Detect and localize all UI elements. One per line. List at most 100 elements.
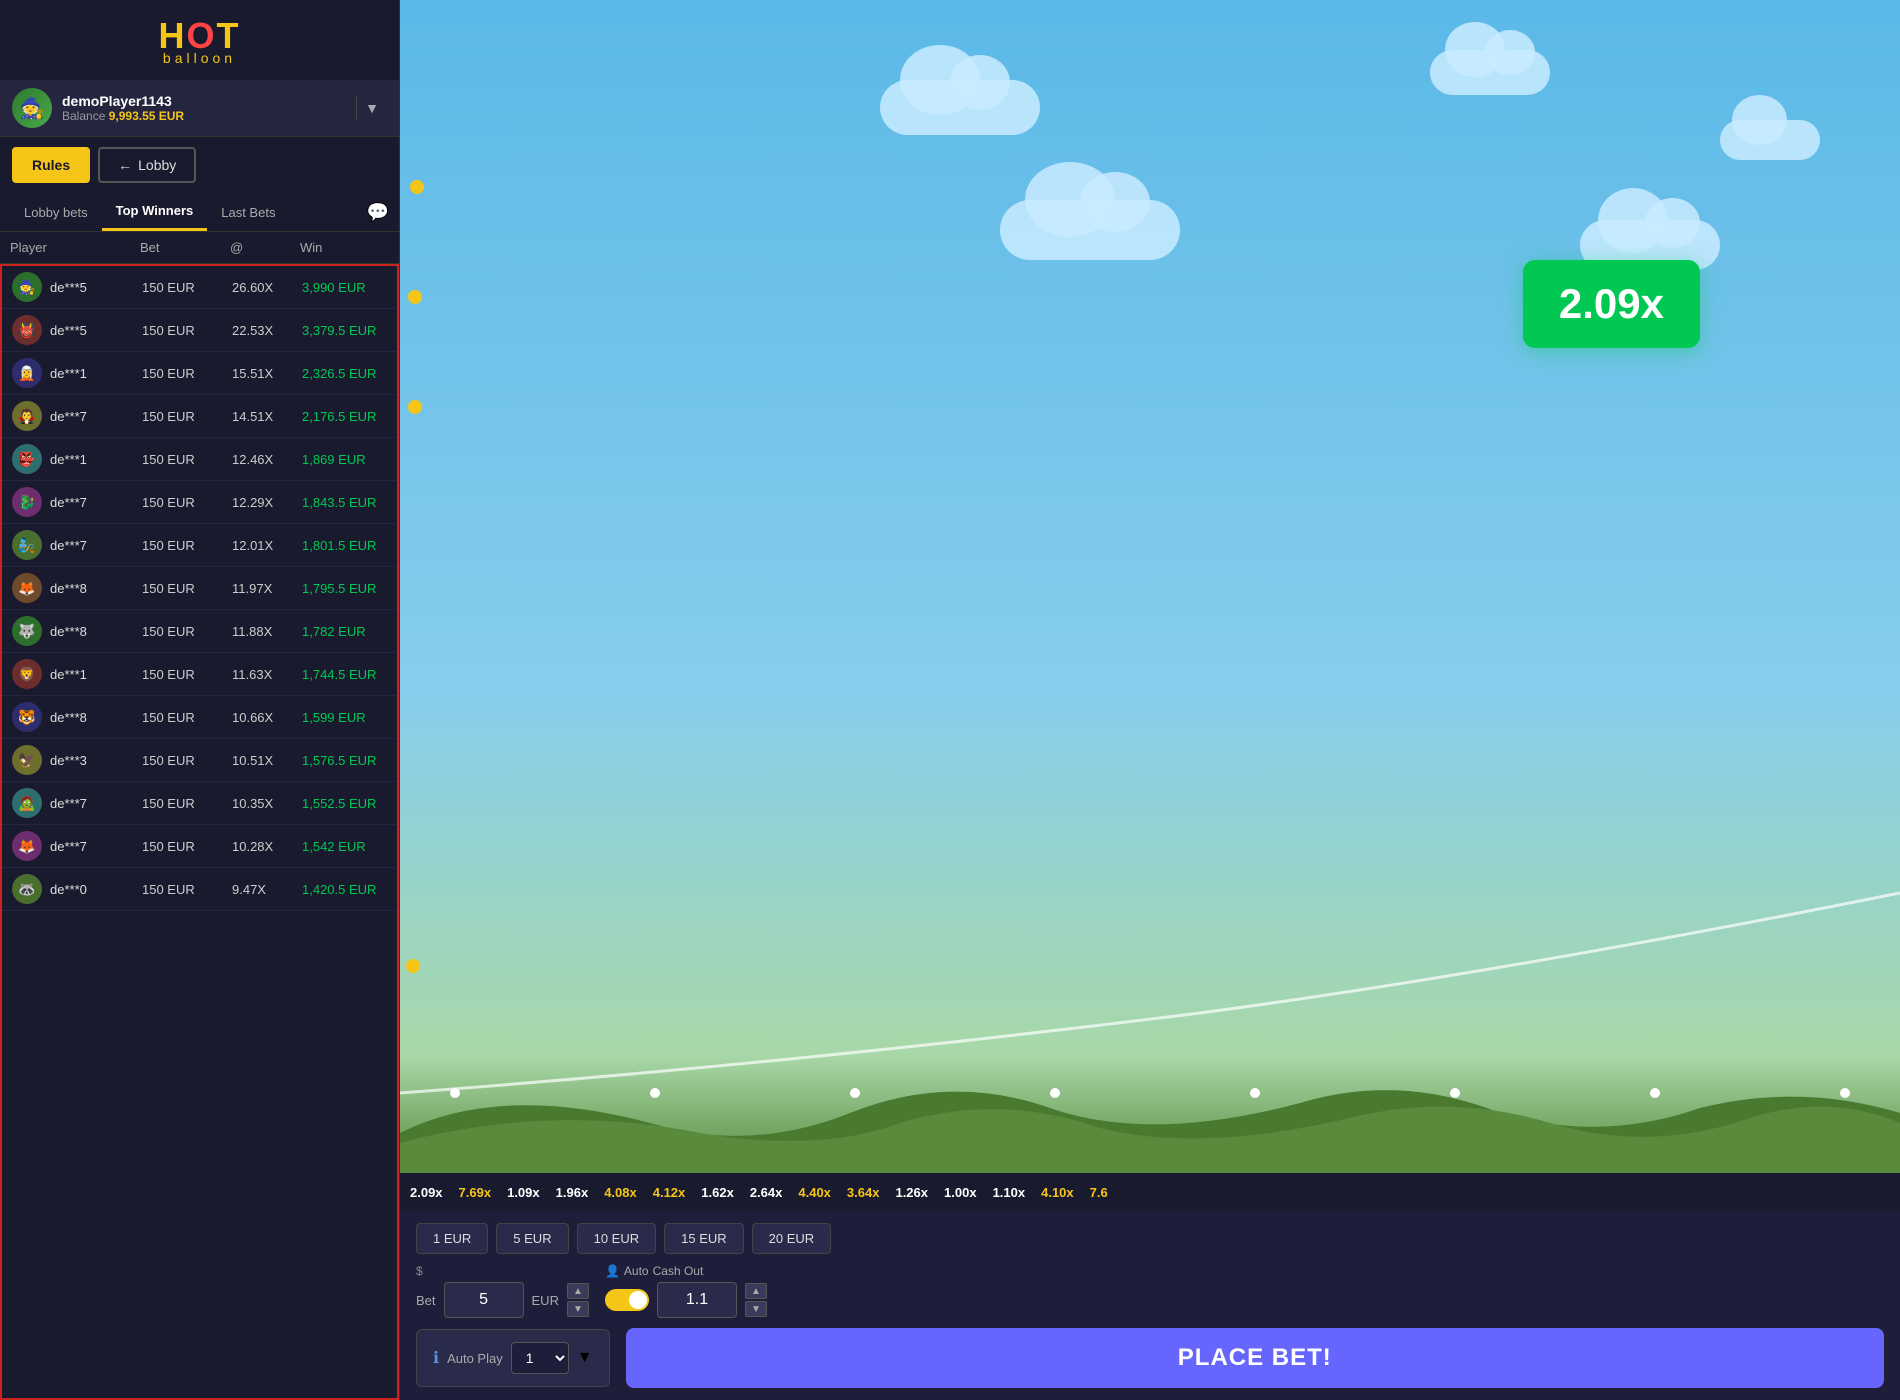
bet-amount: 150 EUR <box>142 495 232 510</box>
player-avatar: 🦊 <box>12 831 42 861</box>
bet-amount: 150 EUR <box>142 538 232 553</box>
row-multiplier: 10.28X <box>232 839 302 854</box>
traj-dot-2 <box>408 290 422 304</box>
bet-spin-down[interactable]: ▼ <box>567 1301 589 1317</box>
row-multiplier: 14.51X <box>232 409 302 424</box>
quick-bet-button[interactable]: 10 EUR <box>577 1223 657 1254</box>
cashout-spinner: ▲ ▼ <box>745 1283 767 1317</box>
win-amount: 1,576.5 EUR <box>302 753 399 768</box>
dropdown-arrow[interactable]: ▼ <box>356 96 387 120</box>
player-name: de***7 <box>50 796 87 811</box>
row-multiplier: 12.46X <box>232 452 302 467</box>
tab-last-bets[interactable]: Last Bets <box>207 195 289 230</box>
username: demoPlayer1143 <box>62 93 356 109</box>
multiplier-bar-item: 2.64x <box>750 1185 783 1200</box>
balance-label: Balance <box>62 109 105 123</box>
player-cell: 🧞 de***7 <box>12 530 142 560</box>
rules-button[interactable]: Rules <box>12 147 90 183</box>
traj-dot-4 <box>406 959 420 973</box>
win-amount: 3,990 EUR <box>302 280 399 295</box>
col-bet: Bet <box>140 240 230 255</box>
table-row: 👺 de***1 150 EUR 12.46X 1,869 EUR <box>2 438 397 481</box>
bet-amount: 150 EUR <box>142 280 232 295</box>
quick-bet-button[interactable]: 5 EUR <box>496 1223 568 1254</box>
player-cell: 🐯 de***8 <box>12 702 142 732</box>
player-cell: 🧝 de***1 <box>12 358 142 388</box>
bet-amount: 150 EUR <box>142 624 232 639</box>
player-avatar: 🧙 <box>12 272 42 302</box>
cloud-3 <box>1000 200 1180 260</box>
user-bar: 🧙 demoPlayer1143 Balance 9,993.55 EUR ▼ <box>0 80 399 137</box>
col-player: Player <box>10 240 140 255</box>
table-row: 🐉 de***7 150 EUR 12.29X 1,843.5 EUR <box>2 481 397 524</box>
player-cell: 🦊 de***7 <box>12 831 142 861</box>
white-dot-7 <box>1650 1088 1660 1098</box>
table-row: 🧞 de***7 150 EUR 12.01X 1,801.5 EUR <box>2 524 397 567</box>
row-multiplier: 10.51X <box>232 753 302 768</box>
row-multiplier: 26.60X <box>232 280 302 295</box>
balance-line: Balance 9,993.55 EUR <box>62 109 356 123</box>
col-win: Win <box>300 240 400 255</box>
player-avatar: 🧞 <box>12 530 42 560</box>
lobby-button[interactable]: ← Lobby <box>98 147 196 183</box>
logo-hot: HOT <box>158 18 240 54</box>
autoplay-section: ℹ Auto Play 1 5 10 20 50 ▼ <box>416 1329 610 1387</box>
cashout-spin-up[interactable]: ▲ <box>745 1283 767 1299</box>
win-amount: 2,326.5 EUR <box>302 366 399 381</box>
quick-bets: 1 EUR 5 EUR 10 EUR15 EUR 20 EUR <box>416 1223 1884 1254</box>
row-multiplier: 12.01X <box>232 538 302 553</box>
win-amount: 1,869 EUR <box>302 452 399 467</box>
table-row: 🦁 de***1 150 EUR 11.63X 1,744.5 EUR <box>2 653 397 696</box>
table-row: 👹 de***5 150 EUR 22.53X 3,379.5 EUR <box>2 309 397 352</box>
multiplier-bar-item: 1.00x <box>944 1185 977 1200</box>
player-name: de***7 <box>50 495 87 510</box>
player-avatar: 🧝 <box>12 358 42 388</box>
tab-lobby-bets[interactable]: Lobby bets <box>10 195 102 230</box>
autoplay-select[interactable]: 1 5 10 20 50 <box>511 1342 569 1374</box>
cashout-spin-down[interactable]: ▼ <box>745 1301 767 1317</box>
row-multiplier: 9.47X <box>232 882 302 897</box>
player-cell: 🧟 de***7 <box>12 788 142 818</box>
player-name: de***0 <box>50 882 87 897</box>
win-amount: 1,843.5 EUR <box>302 495 399 510</box>
info-icon[interactable]: ℹ <box>433 1348 439 1368</box>
player-avatar: 🦁 <box>12 659 42 689</box>
dropdown-chevron: ▼ <box>577 1349 593 1367</box>
auto-cashout-toggle[interactable] <box>605 1289 649 1311</box>
auto-cashout-label: 👤 Auto Cash Out <box>605 1264 767 1278</box>
quick-bet-button[interactable]: 1 EUR <box>416 1223 488 1254</box>
table-row: 🧟 de***7 150 EUR 10.35X 1,552.5 EUR <box>2 782 397 825</box>
table-header: Player Bet @ Win <box>0 232 399 264</box>
multiplier-bar-item: 1.10x <box>993 1185 1026 1200</box>
bet-input[interactable] <box>444 1282 524 1318</box>
chat-icon[interactable]: 💬 <box>367 202 389 223</box>
logo: HOT balloon <box>158 18 240 66</box>
player-name: de***5 <box>50 280 87 295</box>
bet-amount: 150 EUR <box>142 839 232 854</box>
bet-amount: 150 EUR <box>142 581 232 596</box>
quick-bet-button[interactable]: 20 EUR <box>752 1223 832 1254</box>
traj-dot-3 <box>408 400 422 414</box>
multiplier-bar-item: 7.6 <box>1090 1185 1108 1200</box>
place-bet-button[interactable]: PLACE BET! <box>626 1328 1884 1388</box>
multiplier-bar-item: 1.62x <box>701 1185 734 1200</box>
col-at: @ <box>230 240 300 255</box>
cloud-2 <box>1430 50 1550 95</box>
player-cell: 🧛 de***7 <box>12 401 142 431</box>
person-icon: 👤 <box>605 1264 620 1278</box>
bet-section: $ Bet EUR ▲ ▼ <box>416 1264 589 1318</box>
quick-bet-button[interactable]: 15 EUR <box>664 1223 744 1254</box>
autoplay-label: Auto Play <box>447 1351 503 1366</box>
controls-row: $ Bet EUR ▲ ▼ 👤 Auto Cash Out <box>416 1264 1884 1318</box>
table-row: 🐯 de***8 150 EUR 10.66X 1,599 EUR <box>2 696 397 739</box>
cashout-input[interactable] <box>657 1282 737 1318</box>
player-name: de***8 <box>50 581 87 596</box>
table-row: 🦅 de***3 150 EUR 10.51X 1,576.5 EUR <box>2 739 397 782</box>
bet-spin-up[interactable]: ▲ <box>567 1283 589 1299</box>
row-multiplier: 15.51X <box>232 366 302 381</box>
bet-amount: 150 EUR <box>142 667 232 682</box>
win-amount: 2,176.5 EUR <box>302 409 399 424</box>
player-avatar: 🦅 <box>12 745 42 775</box>
tab-top-winners[interactable]: Top Winners <box>102 193 208 231</box>
player-name: de***3 <box>50 753 87 768</box>
